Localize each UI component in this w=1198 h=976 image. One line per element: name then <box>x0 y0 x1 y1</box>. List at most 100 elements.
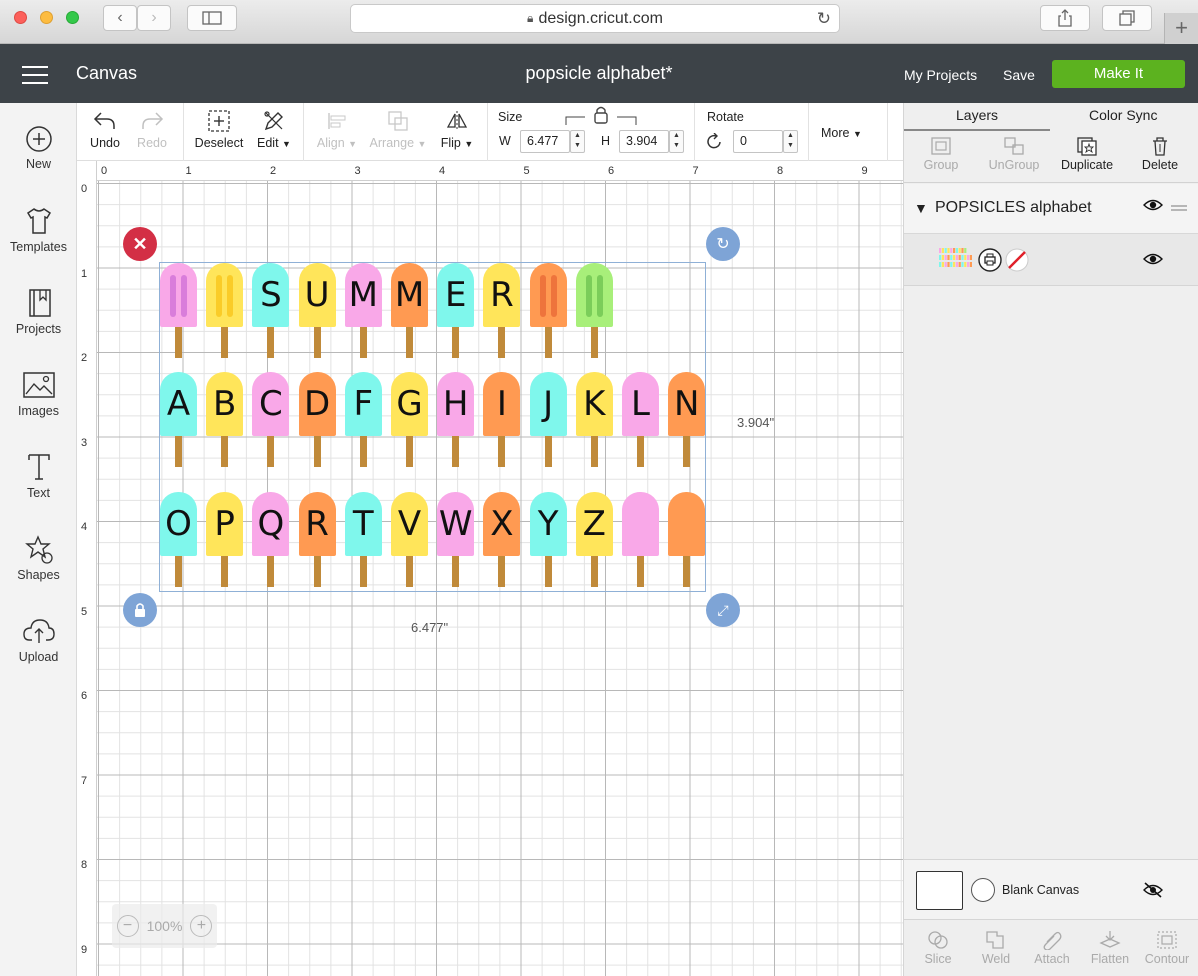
sidebar-item-upload[interactable]: Upload <box>0 616 77 664</box>
zoom-in-button[interactable]: + <box>190 915 213 937</box>
resize-handle[interactable]: ⤢ <box>706 593 740 627</box>
width-input[interactable]: 6.477 <box>520 130 570 153</box>
popsicle-letter <box>529 263 567 327</box>
popsicle-letter: O <box>160 492 197 556</box>
reload-icon[interactable]: ↻ <box>817 9 831 29</box>
popsicle-letter: B <box>206 372 244 436</box>
thumbnail-mark <box>939 262 942 267</box>
ruler-tick-label: 6 <box>81 690 88 702</box>
lock-handle[interactable] <box>123 593 157 627</box>
selection-box[interactable]: SUMMERABCDFGHIJKLNOPQRTVWXYZ <box>159 262 706 592</box>
ungroup-button[interactable]: UnGroup <box>988 136 1040 172</box>
toolbar-divider <box>694 103 695 161</box>
thumbnail-mark <box>947 248 950 253</box>
thumbnail-mark <box>944 248 947 253</box>
delete-button[interactable]: Delete <box>1140 136 1180 172</box>
sidebar-item-new[interactable]: New <box>0 125 77 171</box>
popsicle <box>529 263 567 358</box>
undo-label: Undo <box>90 136 120 150</box>
layer-item[interactable] <box>904 234 1198 286</box>
print-icon[interactable] <box>978 248 1002 277</box>
popsicle-letter: W <box>437 492 475 556</box>
duplicate-button[interactable]: Duplicate <box>1059 136 1115 172</box>
rotate-handle[interactable]: ↻ <box>706 227 740 261</box>
minimize-window-button[interactable] <box>40 11 53 24</box>
height-stepper[interactable]: ▲ ▼ <box>669 130 684 153</box>
flip-dropdown[interactable]: Flip ▼ <box>437 109 477 150</box>
popsicle-letter: U <box>298 263 336 327</box>
thumbnail-mark <box>961 262 964 267</box>
edit-dropdown[interactable]: Edit ▼ <box>252 109 296 150</box>
popsicle-letter: V <box>391 492 428 556</box>
more-dropdown[interactable]: More ▼ <box>821 126 862 140</box>
share-button[interactable] <box>1040 5 1090 31</box>
sidebar-toggle-button[interactable] <box>187 5 237 31</box>
popsicle: Y <box>529 492 567 587</box>
horizontal-ruler: 0 1 2 3 4 5 6 7 8 9 <box>77 161 903 181</box>
thumbnail-mark <box>941 255 944 260</box>
slice-button[interactable]: Slice <box>920 930 956 966</box>
blank-canvas-row[interactable]: Blank Canvas <box>904 859 1198 919</box>
sidebar-item-projects[interactable]: Projects <box>0 288 77 336</box>
forward-button[interactable]: › <box>137 5 171 31</box>
rotate-stepper[interactable]: ▲ ▼ <box>783 130 798 153</box>
design-canvas[interactable]: 0123456789 0123456789 SUMMERABCDFGHIJKLN… <box>77 161 903 976</box>
share-icon <box>1058 9 1072 27</box>
sidebar-item-text[interactable]: Text <box>0 452 77 500</box>
attach-button[interactable]: Attach <box>1032 930 1072 966</box>
thumbnail-mark <box>944 262 947 267</box>
arrange-dropdown[interactable]: Arrange ▼ <box>367 109 429 150</box>
contour-button[interactable]: Contour <box>1142 930 1192 966</box>
canvas-swatch[interactable] <box>916 871 963 910</box>
height-input[interactable]: 3.904 <box>619 130 669 153</box>
sidebar-item-images[interactable]: Images <box>0 370 77 418</box>
sidebar-item-label: Projects <box>15 322 62 336</box>
sidebar-item-label: Shapes <box>17 568 60 582</box>
rotate-input[interactable]: 0 <box>733 130 783 153</box>
ruler-tick-label: 4 <box>81 521 88 533</box>
menu-icon[interactable] <box>22 66 48 90</box>
my-projects-link[interactable]: My Projects <box>904 67 977 83</box>
sidebar-item-shapes[interactable]: Shapes <box>0 534 77 582</box>
align-dropdown[interactable]: Align ▼ <box>313 109 361 150</box>
thumbnail-mark <box>958 248 961 253</box>
drag-handle-icon[interactable] <box>1171 199 1187 217</box>
sidebar-icon <box>202 11 222 25</box>
size-label: Size <box>498 110 523 124</box>
make-it-button[interactable]: Make It <box>1052 60 1185 88</box>
visibility-eye-icon[interactable] <box>1143 197 1163 218</box>
save-button[interactable]: Save <box>1003 67 1035 83</box>
group-label: Group <box>923 158 959 172</box>
ruler-tick-label: 8 <box>81 859 88 871</box>
tab-layers[interactable]: Layers <box>956 107 998 123</box>
zoom-out-button[interactable]: − <box>116 915 139 937</box>
redo-button[interactable]: Redo <box>136 109 168 150</box>
deselect-button[interactable]: Deselect <box>194 109 244 150</box>
tabs-overview-button[interactable] <box>1102 5 1152 31</box>
flip-icon <box>446 111 468 131</box>
delete-handle[interactable]: ✕ <box>123 227 157 261</box>
no-fill-icon[interactable] <box>1005 248 1029 277</box>
proportion-lock-icon[interactable] <box>565 105 637 127</box>
flatten-button[interactable]: Flatten <box>1089 930 1131 966</box>
expand-triangle-icon[interactable]: ▼ <box>914 200 928 216</box>
close-window-button[interactable] <box>14 11 27 24</box>
new-tab-button[interactable]: + <box>1164 13 1198 44</box>
popsicle-letter: L <box>622 372 659 436</box>
visibility-eye-icon[interactable] <box>1143 251 1163 272</box>
back-button[interactable]: ‹ <box>103 5 137 31</box>
chevron-left-icon: ‹ <box>117 9 123 26</box>
vertical-ruler: 0 1 2 3 4 5 6 7 8 9 <box>77 161 97 976</box>
hidden-eye-icon[interactable] <box>1143 882 1163 903</box>
weld-button[interactable]: Weld <box>978 930 1014 966</box>
zoom-window-button[interactable] <box>66 11 79 24</box>
group-button[interactable]: Group <box>922 136 960 172</box>
undo-button[interactable]: Undo <box>89 109 121 150</box>
sidebar-item-templates[interactable]: Templates <box>0 206 77 254</box>
width-stepper[interactable]: ▲ ▼ <box>570 130 585 153</box>
tab-color-sync[interactable]: Color Sync <box>1089 107 1157 123</box>
layer-group-row[interactable]: ▼ POPSICLES alphabet <box>904 184 1198 234</box>
canvas-color-circle[interactable] <box>971 878 995 902</box>
address-bar[interactable]: 🔒︎ design.cricut.com ↻ <box>350 4 840 33</box>
tshirt-icon <box>26 208 51 234</box>
